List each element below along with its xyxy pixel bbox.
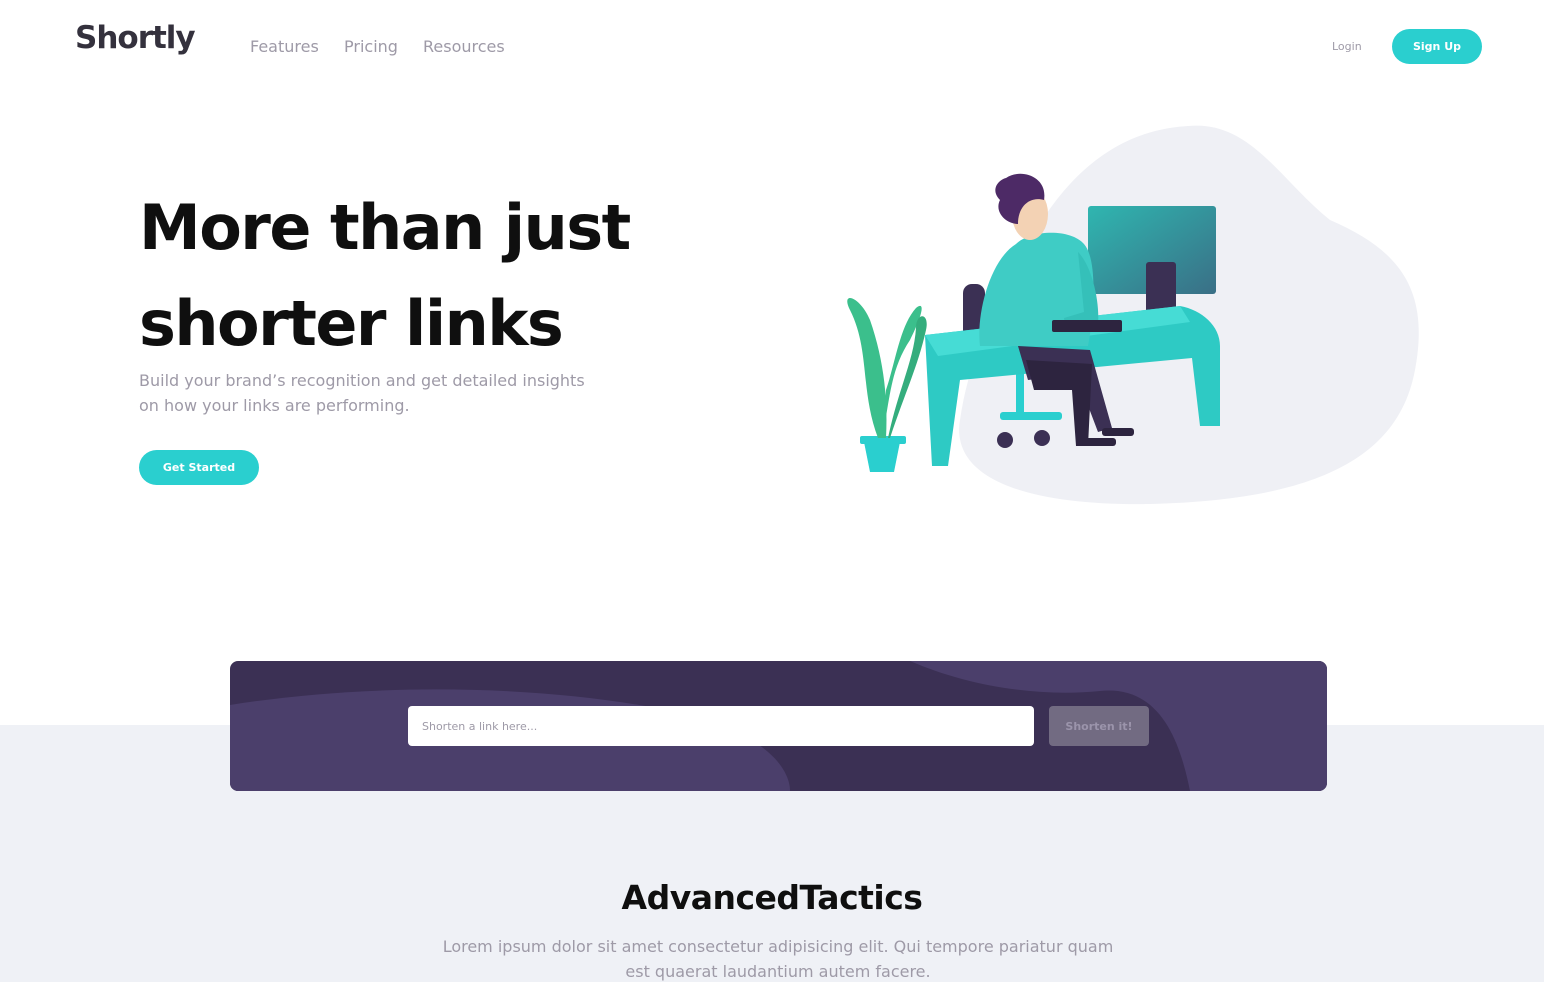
login-link[interactable]: Login xyxy=(1332,40,1362,53)
shorten-form: Shorten it! xyxy=(230,661,1327,791)
nav-link-pricing[interactable]: Pricing xyxy=(344,37,398,56)
nav-link-features[interactable]: Features xyxy=(250,37,319,56)
person-working-illustration xyxy=(847,125,1419,505)
shorten-link-input[interactable] xyxy=(408,706,1034,746)
hero-title-line-1: More than just xyxy=(139,191,631,264)
get-started-button[interactable]: Get Started xyxy=(139,450,259,485)
section-title: AdvancedTactics xyxy=(621,878,923,917)
shorten-button[interactable]: Shorten it! xyxy=(1049,706,1149,746)
hero-title-line-2: shorter links xyxy=(139,287,564,360)
hero-title: More than just shorter links xyxy=(139,180,699,372)
signup-button[interactable]: Sign Up xyxy=(1392,29,1482,64)
hero-subtitle: Build your brand’s recognition and get d… xyxy=(139,371,585,415)
section-subtitle: Lorem ipsum dolor sit amet consectetur a… xyxy=(442,937,1114,981)
logo[interactable]: Shortly xyxy=(75,20,196,56)
nav-link-resources[interactable]: Resources xyxy=(423,37,505,56)
landing-page: Shortly Features Pricing Resources Login… xyxy=(0,0,1544,982)
